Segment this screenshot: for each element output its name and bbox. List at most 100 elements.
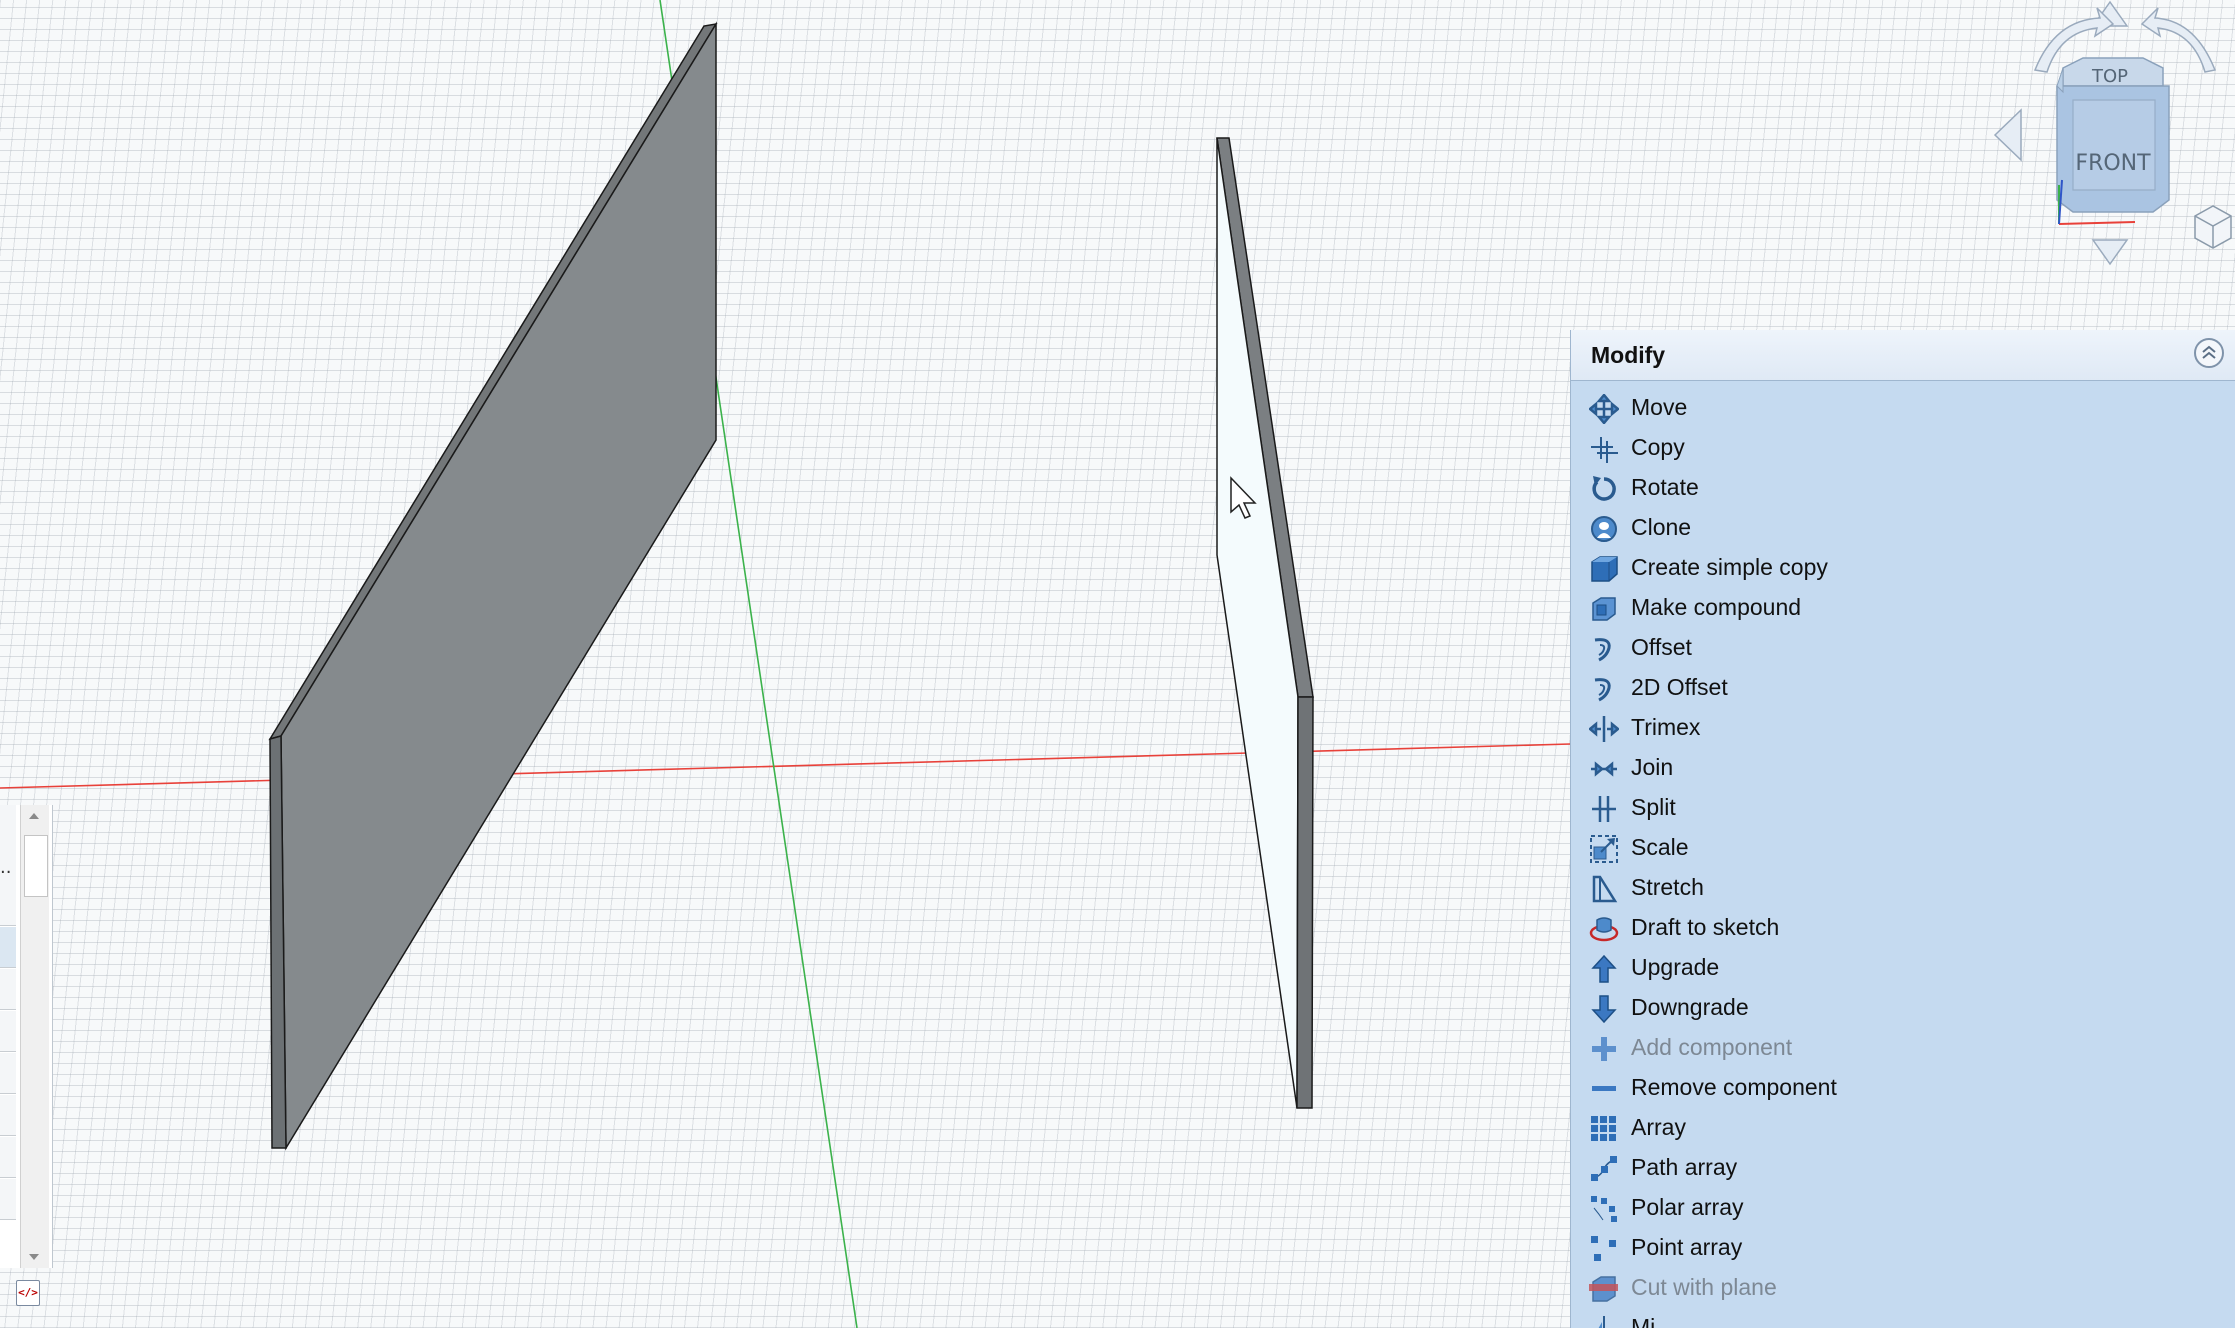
- tool-move[interactable]: Move: [1571, 388, 2235, 428]
- tool-label: Join: [1631, 754, 1674, 780]
- tool-label: Stretch: [1631, 874, 1704, 900]
- view-menu-cube-icon[interactable]: [2194, 205, 2232, 249]
- rotate-down-arrow-icon[interactable]: [2091, 239, 2129, 266]
- tool-label: Copy: [1631, 434, 1685, 460]
- upgrade-arrow-icon: [1591, 954, 1617, 983]
- tool-path-array[interactable]: Path array: [1571, 1148, 2235, 1188]
- python-console-icon[interactable]: </>: [16, 1280, 40, 1306]
- tool-label: Add component: [1631, 1034, 1793, 1060]
- tool-label: 2D Offset: [1631, 674, 1728, 700]
- tool-2d-offset[interactable]: 2D Offset: [1571, 668, 2235, 708]
- draft-to-sketch-icon: [1589, 917, 1619, 942]
- tool-cut-with-plane[interactable]: Cut with plane: [1571, 1268, 2235, 1308]
- move-icon: [1589, 394, 1619, 424]
- wall-slab-left[interactable]: [268, 21, 718, 1151]
- simple-copy-icon: [1591, 556, 1618, 582]
- left-dock-panel: ..: [0, 805, 53, 1268]
- stretch-icon: [1592, 875, 1618, 903]
- tool-label: Cut with plane: [1631, 1274, 1777, 1300]
- modify-header[interactable]: Modify: [1571, 330, 2235, 381]
- x-axis-line: [0, 743, 1571, 789]
- modify-title: Modify: [1591, 342, 1666, 368]
- panel-row[interactable]: [0, 969, 16, 1010]
- cut-plane-icon: [1589, 1276, 1618, 1302]
- tool-remove-component[interactable]: Remove component: [1571, 1068, 2235, 1108]
- panel-row[interactable]: [0, 1137, 16, 1178]
- tool-label: Mi...: [1631, 1314, 1675, 1328]
- rotate-icon: [1592, 476, 1616, 501]
- offset-2d-icon: [1594, 678, 1611, 702]
- split-icon: [1592, 796, 1616, 822]
- tool-label: Clone: [1631, 514, 1692, 540]
- tool-label: Create simple copy: [1631, 554, 1828, 580]
- tool-add-component[interactable]: Add component: [1571, 1028, 2235, 1068]
- tool-downgrade[interactable]: Downgrade: [1571, 988, 2235, 1028]
- tool-label: Split: [1631, 794, 1676, 820]
- tool-label: Upgrade: [1631, 954, 1720, 980]
- tool-upgrade[interactable]: Upgrade: [1571, 948, 2235, 988]
- tool-trimex[interactable]: Trimex: [1571, 708, 2235, 748]
- plus-icon: [1592, 1037, 1616, 1061]
- tool-mi[interactable]: Mi...: [1571, 1308, 2235, 1328]
- truncated-text: ..: [0, 857, 12, 878]
- tool-label: Polar array: [1631, 1194, 1744, 1220]
- tool-label: Move: [1631, 394, 1688, 420]
- scroll-down-icon[interactable]: [29, 1254, 39, 1260]
- tool-stretch[interactable]: Stretch: [1571, 868, 2235, 908]
- rotate-left-side-arrow-icon[interactable]: [1993, 108, 2022, 162]
- tool-point-array[interactable]: Point array: [1571, 1228, 2235, 1268]
- tool-rotate[interactable]: Rotate: [1571, 468, 2235, 508]
- trimex-icon: [1589, 716, 1619, 742]
- compound-icon: [1592, 597, 1616, 621]
- tool-label: Remove component: [1631, 1074, 1837, 1100]
- tool-create-simple-copy[interactable]: Create simple copy: [1571, 548, 2235, 588]
- point-array-icon: [1591, 1236, 1616, 1261]
- cube-x-axis: [2058, 221, 2136, 225]
- panel-row[interactable]: [0, 1095, 16, 1136]
- tool-label: Downgrade: [1631, 994, 1749, 1020]
- tool-clone[interactable]: Clone: [1571, 508, 2235, 548]
- tool-scale[interactable]: Scale: [1571, 828, 2235, 868]
- panel-row[interactable]: [0, 1053, 16, 1094]
- panel-row[interactable]: [0, 1011, 16, 1052]
- copy-icon: [1591, 437, 1618, 463]
- wall-slab-right-selected[interactable]: [1216, 137, 1314, 1109]
- tool-join[interactable]: Join: [1571, 748, 2235, 788]
- tool-polar-array[interactable]: Polar array: [1571, 1188, 2235, 1228]
- scale-icon: [1590, 835, 1618, 863]
- polar-array-icon: [1591, 1196, 1617, 1222]
- clone-icon: [1591, 516, 1617, 542]
- navigation-cube[interactable]: TOP FRONT: [1985, 0, 2235, 270]
- tool-label: Rotate: [1631, 474, 1699, 500]
- path-array-icon: [1591, 1156, 1617, 1181]
- tool-label: Path array: [1631, 1154, 1738, 1180]
- tool-draft-to-sketch[interactable]: Draft to sketch: [1571, 908, 2235, 948]
- panel-row[interactable]: [0, 805, 16, 846]
- offset-icon: [1594, 638, 1611, 662]
- array-grid-icon: [1591, 1116, 1616, 1141]
- panel-row[interactable]: [0, 1179, 16, 1220]
- tool-split[interactable]: Split: [1571, 788, 2235, 828]
- tool-label: Point array: [1631, 1234, 1743, 1260]
- collapse-button[interactable]: [2194, 338, 2224, 368]
- tool-label: Trimex: [1631, 714, 1701, 740]
- minus-icon: [1592, 1086, 1616, 1091]
- scroll-up-icon[interactable]: [29, 813, 39, 819]
- tool-offset[interactable]: Offset: [1571, 628, 2235, 668]
- tool-make-compound[interactable]: Make compound: [1571, 588, 2235, 628]
- panel-row[interactable]: [0, 885, 16, 926]
- double-chevron-up-icon: [2202, 345, 2216, 359]
- tool-label: Draft to sketch: [1631, 914, 1780, 940]
- scrollbar-thumb[interactable]: [24, 835, 48, 897]
- modify-toolbox: Modify Move Copy Rotate Clone Create simple …: [1570, 330, 2235, 1328]
- join-icon: [1591, 761, 1617, 777]
- tool-label: Array: [1631, 1114, 1686, 1140]
- downgrade-arrow-icon: [1591, 995, 1617, 1024]
- tool-array[interactable]: Array: [1571, 1108, 2235, 1148]
- panel-row[interactable]: [0, 927, 16, 968]
- mirror-icon: [1598, 1316, 1605, 1328]
- tool-label: Scale: [1631, 834, 1689, 860]
- vertical-scrollbar[interactable]: [20, 805, 49, 1268]
- tool-label: Offset: [1631, 634, 1692, 660]
- tool-copy[interactable]: Copy: [1571, 428, 2235, 468]
